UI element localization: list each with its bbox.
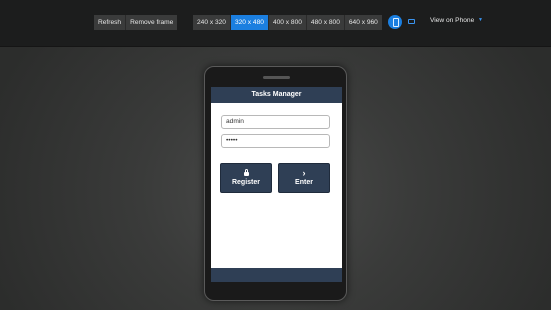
enter-button[interactable]: › Enter: [278, 163, 330, 193]
tablet-device-icon[interactable]: [408, 19, 415, 24]
chevron-right-icon: ›: [302, 168, 306, 178]
register-button[interactable]: Register: [220, 163, 272, 193]
preview-toolbar: Refresh Remove frame 240 x 320 320 x 480…: [0, 0, 551, 47]
phone-device-icon[interactable]: [388, 15, 402, 29]
resolution-480x800-button[interactable]: 480 x 800: [306, 15, 345, 30]
resolution-400x800-button[interactable]: 400 x 800: [268, 15, 307, 30]
app-title: Tasks Manager: [211, 87, 342, 103]
resolution-240x320-button[interactable]: 240 x 320: [193, 15, 231, 30]
app-footer: [211, 268, 342, 282]
chevron-down-icon[interactable]: ▼: [478, 17, 483, 23]
resolution-320x480-button[interactable]: 320 x 480: [230, 15, 269, 30]
view-on-dropdown[interactable]: View on Phone: [430, 17, 474, 24]
phone-frame: Tasks Manager admin ••••• Register › Ent…: [204, 66, 347, 301]
phone-screen: Tasks Manager admin ••••• Register › Ent…: [211, 87, 342, 282]
enter-label: Enter: [295, 179, 313, 186]
refresh-button[interactable]: Refresh: [94, 15, 127, 30]
resolution-640x960-button[interactable]: 640 x 960: [344, 15, 382, 30]
register-label: Register: [231, 179, 260, 186]
resolution-selector: 240 x 320 320 x 480 400 x 800 480 x 800 …: [193, 15, 382, 30]
lock-icon: [221, 168, 271, 178]
remove-frame-button[interactable]: Remove frame: [126, 15, 178, 30]
phone-speaker: [263, 76, 290, 79]
frame-actions: Refresh Remove frame: [94, 15, 178, 30]
password-input[interactable]: •••••: [221, 134, 330, 148]
username-input[interactable]: admin: [221, 115, 330, 129]
